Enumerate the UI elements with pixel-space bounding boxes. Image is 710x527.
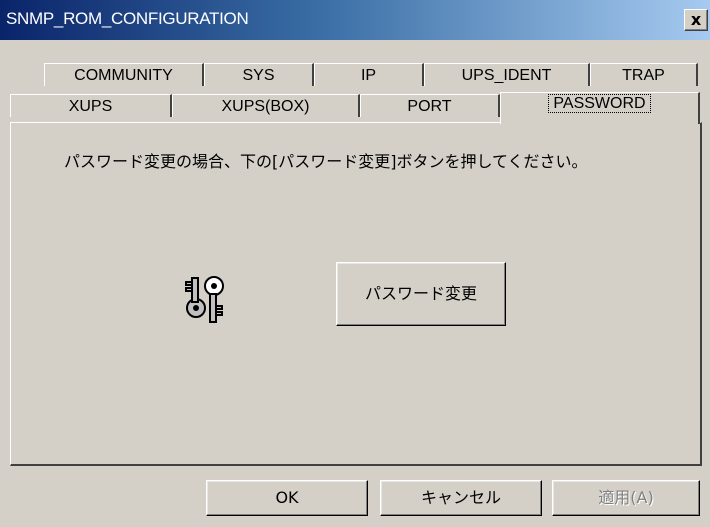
tab-label: IP [360,67,377,84]
tab-label: UPS_IDENT [461,67,552,84]
keys-icon [185,276,224,323]
tab-ip[interactable]: IP [314,63,424,86]
change-password-button[interactable]: パスワード変更 [336,262,506,326]
close-icon: x [690,10,702,29]
tab-community[interactable]: COMMUNITY [44,63,204,86]
tab-label: PORT [407,98,452,115]
tab-label: PASSWORD [548,94,651,113]
tab-label: XUPS(BOX) [221,98,310,115]
ok-button[interactable]: OK [206,480,368,516]
tab-label: TRAP [622,67,665,84]
tab-xups-box[interactable]: XUPS(BOX) [172,94,360,117]
close-button[interactable]: x [684,9,708,31]
tab-label: XUPS [68,98,113,115]
tab-sys[interactable]: SYS [204,63,314,86]
tab-port[interactable]: PORT [360,94,500,117]
window-title: SNMP_ROM_CONFIGURATION [6,9,249,28]
tab-xups[interactable]: XUPS [10,94,172,117]
tab-password[interactable]: PASSWORD [500,92,700,124]
tab-label: COMMUNITY [74,67,173,84]
tab-label: SYS [242,67,275,84]
title-bar: SNMP_ROM_CONFIGURATION x [0,0,710,40]
cancel-button[interactable]: キャンセル [380,480,542,516]
apply-button[interactable]: 適用(A) [552,480,700,516]
instruction-text: パスワード変更の場合、下の[パスワード変更]ボタンを押してください。 [64,152,588,171]
tab-ups-ident[interactable]: UPS_IDENT [424,63,590,86]
tab-trap[interactable]: TRAP [590,63,698,86]
